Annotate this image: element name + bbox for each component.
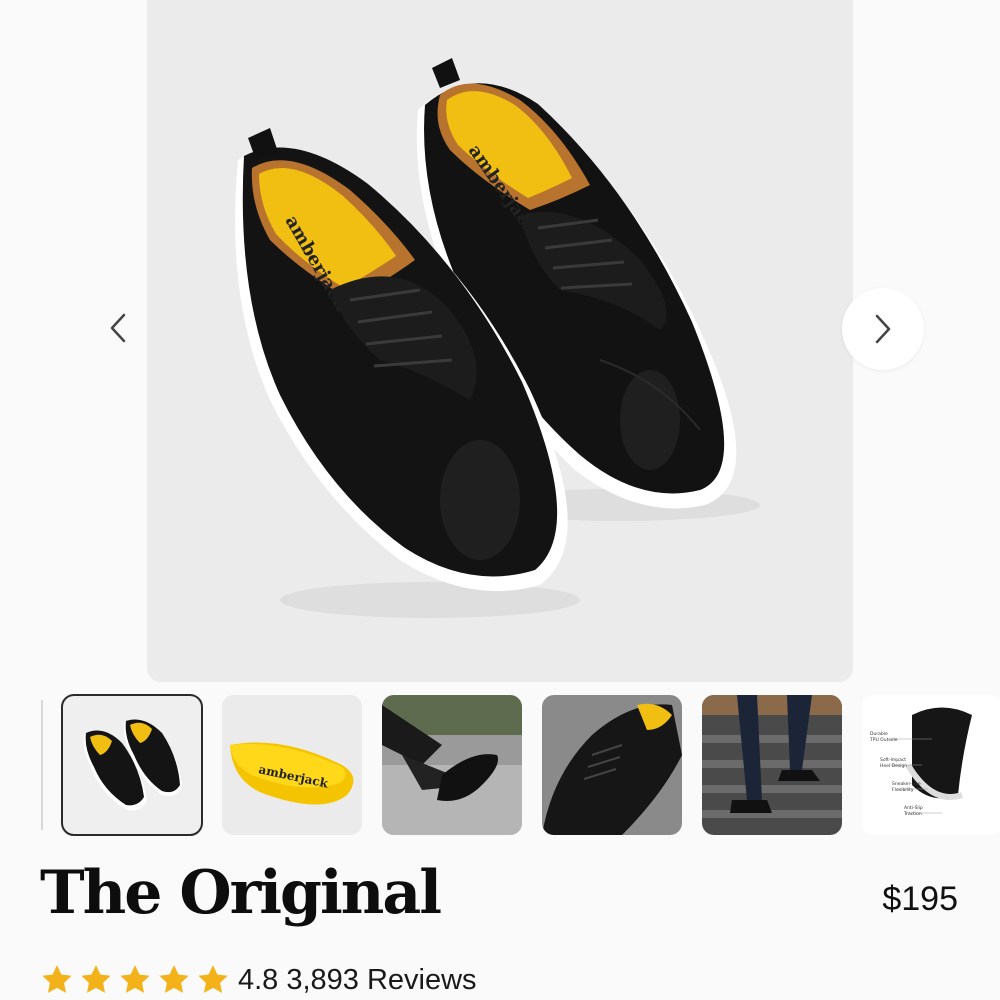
previous-image-button[interactable] [96,306,140,350]
rating-value: 4.8 [238,963,279,996]
svg-text:Flexibility: Flexibility [892,787,914,793]
svg-text:Sneaker-Like: Sneaker-Like [892,781,921,787]
thumbnail-6[interactable]: Durable TPU Outsole Soft-Impact Heel Desig… [862,695,1000,835]
thumbnail-4[interactable] [542,695,682,835]
thumbnail-5[interactable] [702,695,842,835]
next-image-button[interactable] [842,288,924,370]
svg-text:Durable: Durable [870,731,888,737]
star-icon [159,965,189,993]
svg-text:Traction: Traction [903,811,922,817]
main-product-image: amberjack amberjack [147,0,853,682]
star-rating [40,963,230,997]
product-price: $195 [882,880,958,918]
star-icon [42,965,72,993]
reviews-link[interactable]: 3,893 Reviews [286,964,476,997]
svg-text:Heel Design: Heel Design [880,763,907,769]
product-title: The Original [40,858,442,928]
thumbnail-strip: amberjack Durable TPU Outsole Soft-Impac… [0,692,1000,838]
thumbnail-3[interactable] [382,695,522,835]
rating-row[interactable]: 4.8 3,893 Reviews [40,960,477,1000]
chevron-right-icon [875,314,891,344]
chevron-left-icon [110,313,126,343]
star-icon [81,965,111,993]
svg-text:Anti-Slip: Anti-Slip [904,805,923,811]
svg-text:TPU Outsole: TPU Outsole [869,737,898,743]
star-icon [198,965,228,993]
thumbnail-1[interactable] [61,694,203,836]
thumbnail-2[interactable]: amberjack [222,695,362,835]
svg-text:Soft-Impact: Soft-Impact [880,757,906,763]
star-icon [120,965,150,993]
